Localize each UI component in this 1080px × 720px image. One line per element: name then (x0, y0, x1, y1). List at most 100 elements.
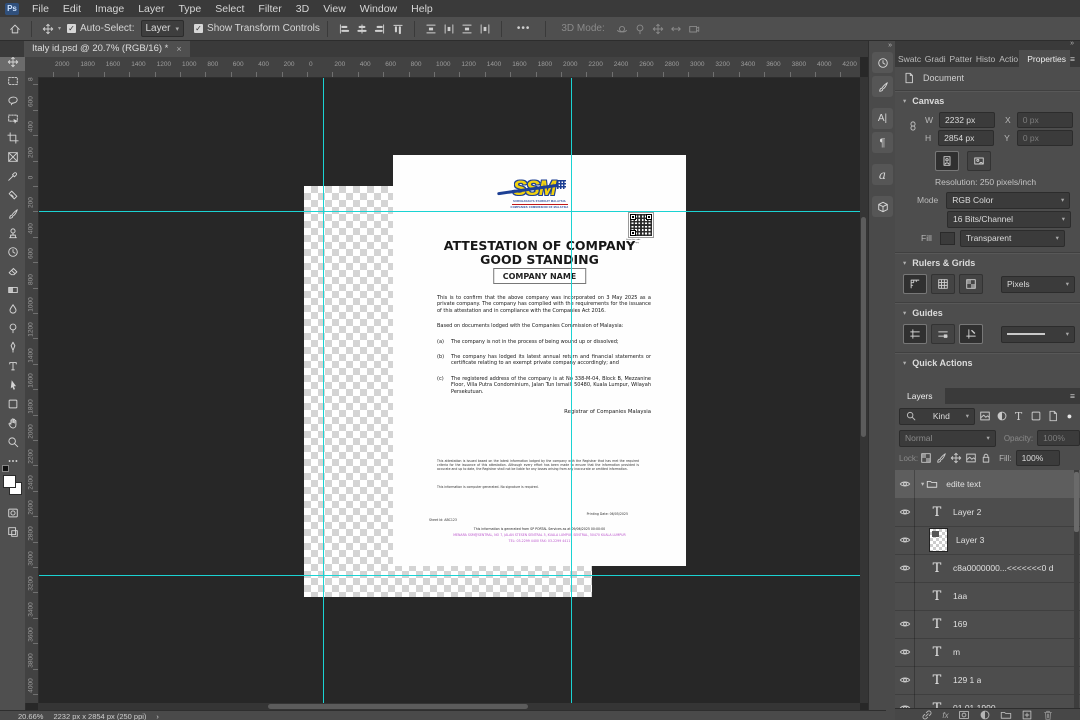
quick-actions-header[interactable]: ▾ Quick Actions (895, 356, 1080, 370)
lock-artboard-icon[interactable] (963, 451, 978, 465)
lock-image-pixels-icon[interactable] (933, 451, 948, 465)
landscape-orientation-button[interactable] (967, 151, 991, 171)
distribute-horizontal-icon[interactable] (440, 20, 458, 38)
panel-menu-icon[interactable]: ≡ (1070, 50, 1080, 67)
layer-name[interactable]: Layer 3 (956, 535, 984, 545)
gradient-tool[interactable] (0, 280, 25, 299)
link-layers-icon[interactable] (921, 709, 933, 720)
delete-layer-icon[interactable] (1042, 709, 1054, 720)
document-page[interactable]: SSM SURUHANJAYA SYARIKAT MALAYSIA COMPAN… (393, 155, 686, 566)
rectangle-tool[interactable] (0, 394, 25, 413)
blend-mode-dropdown[interactable]: Normal ▾ (899, 429, 996, 447)
guide-vertical-2[interactable] (571, 77, 572, 703)
horizontal-scrollbar[interactable] (38, 703, 860, 710)
expand-panels-icon[interactable]: » (869, 40, 896, 49)
layer-name[interactable]: Layer 2 (953, 507, 981, 517)
menu-type[interactable]: Type (171, 3, 208, 15)
guides-header[interactable]: ▾ Guides (895, 306, 1080, 320)
move-tool-options-icon[interactable] (39, 20, 57, 38)
opacity-field[interactable]: 100% (1037, 430, 1080, 446)
fill-dropdown[interactable]: Transparent ▾ (959, 229, 1065, 247)
healing-brush-tool[interactable] (0, 185, 25, 204)
brush-tool[interactable] (0, 204, 25, 223)
layer-row-1[interactable]: T Layer 2 (895, 498, 1080, 527)
lock-position-icon[interactable] (948, 451, 963, 465)
layer-row-4[interactable]: T 1aa (895, 582, 1080, 611)
brush-settings-panel-icon[interactable] (872, 76, 893, 97)
scrollbar-thumb[interactable] (268, 704, 528, 709)
width-field[interactable]: 2232 px (939, 112, 996, 128)
guide-style-dropdown[interactable]: ▾ (1001, 325, 1075, 343)
layer-name[interactable]: edite text (946, 479, 981, 489)
path-selection-tool[interactable] (0, 375, 25, 394)
tab-history[interactable]: Histo (973, 50, 996, 67)
home-icon[interactable] (6, 20, 24, 38)
layer-visibility-eye-icon[interactable] (895, 638, 915, 666)
screen-mode-button[interactable] (0, 522, 25, 541)
zoom-tool[interactable] (0, 432, 25, 451)
tab-gradients[interactable]: Gradi (922, 50, 947, 67)
foreground-background-colors[interactable] (0, 465, 25, 499)
guide-horizontal-1[interactable] (38, 211, 860, 212)
menu-window[interactable]: Window (353, 3, 404, 15)
layer-row-7[interactable]: T 129 1 a (895, 666, 1080, 695)
menu-select[interactable]: Select (208, 3, 251, 15)
align-right-icon[interactable] (371, 20, 389, 38)
glyphs-panel-icon[interactable]: a (872, 164, 893, 185)
layer-visibility-eye-icon[interactable] (895, 470, 915, 498)
filter-smart-object-icon[interactable] (1045, 409, 1060, 423)
units-dropdown[interactable]: Pixels ▾ (1001, 275, 1075, 293)
filter-type-layers-icon[interactable]: T (1011, 409, 1026, 423)
marquee-tool[interactable] (0, 71, 25, 90)
pen-tool[interactable] (0, 337, 25, 356)
zoom-level[interactable]: 20.66% (18, 712, 43, 720)
layers-menu-icon[interactable]: ≡ (1070, 388, 1080, 404)
hand-tool[interactable] (0, 413, 25, 432)
tab-actions[interactable]: Actio (996, 50, 1019, 67)
layer-visibility-eye-icon[interactable] (895, 666, 915, 694)
menu-layer[interactable]: Layer (131, 3, 171, 15)
menu-help[interactable]: Help (404, 3, 440, 15)
layer-visibility-eye-icon[interactable] (895, 498, 915, 526)
layer-filter-dropdown[interactable]: Kind ▾ (899, 407, 975, 425)
history-panel-icon[interactable] (872, 52, 893, 73)
eraser-tool[interactable] (0, 261, 25, 280)
crop-tool[interactable] (0, 128, 25, 147)
guide-horizontal-2[interactable] (38, 575, 860, 576)
lock-guides-button[interactable] (959, 324, 983, 344)
object-selection-tool[interactable] (0, 109, 25, 128)
layer-name[interactable]: 129 1 a (953, 675, 981, 685)
layer-visibility-eye-icon[interactable] (895, 526, 915, 554)
lock-transparent-pixels-icon[interactable] (918, 451, 933, 465)
menu-3d[interactable]: 3D (289, 3, 316, 15)
align-top-icon[interactable] (389, 20, 407, 38)
horizontal-ruler[interactable]: 2000 1800 1600 1400 1200 1000 800 600 400 200 0 200… (38, 57, 860, 78)
layer-visibility-eye-icon[interactable] (895, 694, 915, 708)
bit-depth-dropdown[interactable]: 16 Bits/Channel ▾ (947, 210, 1071, 228)
transparency-grid-button[interactable] (959, 274, 983, 294)
menu-view[interactable]: View (316, 3, 353, 15)
type-tool[interactable] (0, 356, 25, 375)
lock-all-icon[interactable] (978, 451, 993, 465)
tab-layers[interactable]: Layers (895, 388, 945, 404)
layer-name[interactable]: 1aa (953, 591, 967, 601)
layer-visibility-eye-icon[interactable] (895, 554, 915, 582)
layer-name[interactable]: c8a0000000...<<<<<<<0 d (953, 563, 1053, 573)
libraries-panel-icon[interactable] (872, 196, 893, 217)
paragraph-panel-icon[interactable]: ¶ (872, 132, 893, 153)
layer-row-6[interactable]: Tm (895, 638, 1080, 667)
character-panel-icon[interactable]: A| (872, 108, 893, 129)
foreground-color-swatch[interactable] (3, 475, 16, 488)
layer-row-group[interactable]: ▾ edite text (895, 470, 1080, 499)
layer-row-8[interactable]: T 01.01.1990 (895, 694, 1080, 708)
quick-mask-button[interactable] (0, 503, 25, 522)
lasso-tool[interactable] (0, 90, 25, 109)
ruler-toggle-button[interactable] (903, 274, 927, 294)
distribute-vertical-icon[interactable] (422, 20, 440, 38)
dodge-tool[interactable] (0, 318, 25, 337)
guide-vertical-1[interactable] (323, 77, 324, 703)
layer-row-5[interactable]: T 169 (895, 610, 1080, 639)
blur-tool[interactable] (0, 299, 25, 318)
distribute-top-icon[interactable] (476, 20, 494, 38)
menu-edit[interactable]: Edit (56, 3, 88, 15)
